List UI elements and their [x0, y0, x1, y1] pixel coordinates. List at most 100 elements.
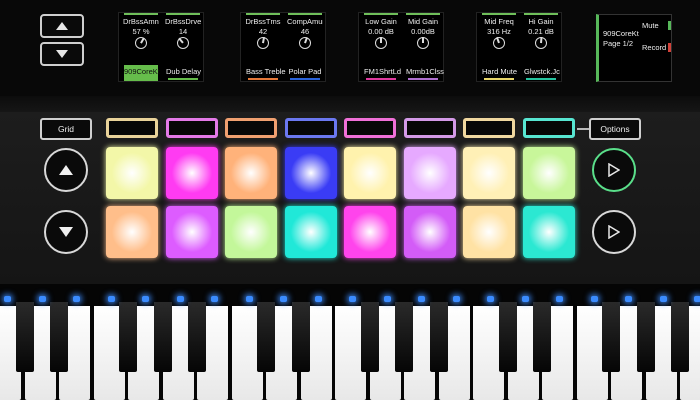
track-color-underline [408, 78, 438, 80]
options-button[interactable]: Options [589, 118, 641, 140]
black-key[interactable] [636, 302, 655, 372]
key-led [383, 296, 391, 302]
play-row-2-button[interactable] [592, 210, 636, 254]
pad[interactable] [403, 206, 456, 258]
control-screen: Mid Freq 316 Hz Hard Mute Hi Gain 0.21 dB Glw… [476, 12, 562, 82]
nav-down-button[interactable] [40, 42, 84, 66]
key-led [556, 296, 563, 302]
key-led [694, 296, 700, 302]
parameter-control[interactable]: Mid Gain 0.00dB Mrmb1Clss [405, 13, 444, 81]
record-label[interactable]: Record [640, 43, 671, 52]
control-screen: DrBssTms 42 Bass Treble CompAmun 46 Polar Pad [240, 12, 326, 82]
pad[interactable] [106, 206, 158, 258]
pad[interactable] [225, 147, 277, 199]
black-key[interactable] [15, 302, 34, 372]
pad[interactable] [522, 206, 575, 258]
key-led [418, 296, 425, 302]
knob-icon [177, 37, 189, 49]
pad[interactable] [463, 147, 515, 199]
pad[interactable] [284, 147, 337, 199]
play-row-1-button[interactable] [592, 148, 636, 192]
track-label[interactable]: 909CoreKt [124, 65, 160, 81]
black-key[interactable] [50, 302, 68, 372]
panel-gap [0, 96, 700, 112]
pad[interactable] [344, 206, 396, 258]
play-icon [608, 163, 620, 177]
black-key[interactable] [360, 302, 379, 372]
track-label-text: Dub Delay [166, 67, 202, 76]
control-screen: Low Gain 0.00 dB FM1ShrtLd Mid Gain 0.00dB Mr… [358, 12, 444, 82]
nav-up-button[interactable] [40, 14, 84, 38]
black-key[interactable] [291, 302, 310, 372]
black-key[interactable] [429, 302, 448, 372]
track-label[interactable]: Hard Mute [482, 65, 518, 81]
black-key[interactable] [119, 302, 137, 372]
track-label-text: 909CoreKt [124, 67, 160, 76]
track-label[interactable]: Glwstck.Jc [524, 65, 560, 81]
param-value: 57 % [132, 27, 150, 36]
track-label-text: Polar Pad [288, 67, 322, 76]
up-arrow-icon [56, 22, 68, 30]
parameter-control[interactable]: DrBssAmnt 57 % 909CoreKt [123, 13, 160, 81]
pad[interactable] [463, 206, 515, 258]
black-key[interactable] [257, 302, 275, 372]
param-bar [288, 13, 322, 15]
param-bar [246, 13, 280, 15]
scene-button[interactable] [463, 118, 515, 138]
parameter-control[interactable]: Low Gain 0.00 dB FM1ShrtLd [363, 13, 402, 81]
parameter-control[interactable]: Mid Freq 316 Hz Hard Mute [481, 13, 517, 81]
pad[interactable] [522, 147, 575, 199]
black-key[interactable] [533, 302, 551, 372]
key-led [349, 296, 356, 302]
channel-page: Page 1/2 [603, 39, 634, 48]
key-led [142, 296, 149, 302]
down-arrow-icon [56, 50, 68, 58]
param-name: DrBssDrve [165, 17, 201, 26]
scene-button[interactable] [344, 118, 396, 138]
parameter-control[interactable]: Hi Gain 0.21 dB Glwstck.Jc [523, 13, 560, 81]
key-led [176, 296, 184, 302]
param-value: 14 [178, 27, 188, 36]
scene-button[interactable] [284, 118, 337, 138]
key-led [245, 296, 253, 302]
black-key[interactable] [153, 302, 172, 372]
scene-button[interactable] [522, 118, 575, 138]
pad[interactable] [165, 206, 218, 258]
black-key[interactable] [498, 302, 517, 372]
mute-label[interactable]: Mute [640, 21, 671, 30]
param-bar [166, 13, 200, 15]
track-label[interactable]: FM1ShrtLd [364, 65, 402, 81]
track-label[interactable]: Dub Delay [166, 65, 202, 81]
track-label[interactable]: Mrmb1Clss [406, 65, 444, 81]
pad[interactable] [165, 147, 218, 199]
track-color-underline [168, 78, 198, 80]
track-label-text: Bass Treble [246, 67, 286, 76]
parameter-control[interactable]: DrBssTms 42 Bass Treble [245, 13, 286, 81]
play-icon [608, 225, 620, 239]
black-key[interactable] [671, 302, 689, 372]
pad[interactable] [225, 206, 277, 258]
parameter-control[interactable]: DrBssDrve 14 Dub Delay [165, 13, 201, 81]
black-key[interactable] [395, 302, 413, 372]
key-led [487, 296, 494, 302]
black-key[interactable] [188, 302, 206, 372]
track-color-underline [290, 78, 320, 80]
parameter-control[interactable]: CompAmun 46 Polar Pad [287, 13, 323, 81]
pad[interactable] [106, 147, 158, 199]
pad[interactable] [403, 147, 456, 199]
scene-button[interactable] [106, 118, 158, 138]
scene-button[interactable] [403, 118, 456, 138]
track-label[interactable]: Bass Treble [246, 65, 286, 81]
pad[interactable] [284, 206, 337, 258]
grid-button[interactable]: Grid [40, 118, 92, 140]
pad[interactable] [344, 147, 396, 199]
scene-button[interactable] [165, 118, 218, 138]
black-key[interactable] [602, 302, 620, 372]
track-label[interactable]: Polar Pad [288, 65, 322, 81]
scene-button[interactable] [225, 118, 277, 138]
scene-up-button[interactable] [44, 148, 88, 192]
key-led [590, 296, 598, 302]
scene-down-button[interactable] [44, 210, 88, 254]
track-label-text: FM1ShrtLd [364, 67, 402, 76]
track-label-text: Hard Mute [482, 67, 518, 76]
